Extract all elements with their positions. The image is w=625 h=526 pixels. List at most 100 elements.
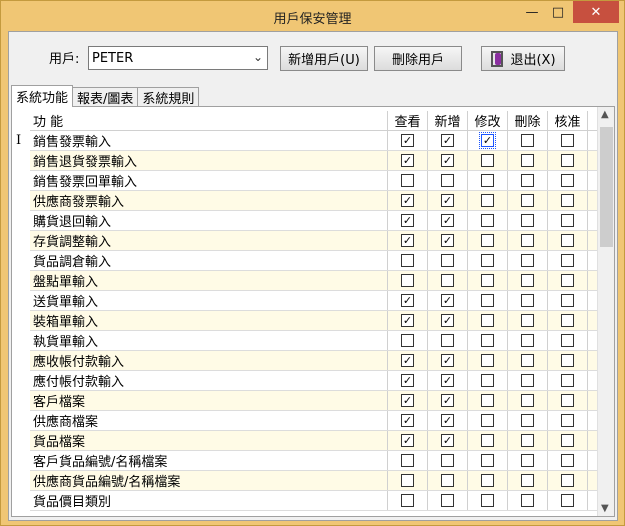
checkbox-view[interactable] [401, 474, 414, 487]
table-row[interactable]: 購貨退回輸入 ✓ ✓ [30, 211, 597, 231]
checkbox-add[interactable] [441, 494, 454, 507]
checkbox-modify[interactable] [481, 454, 494, 467]
close-button[interactable]: ✕ [573, 1, 619, 23]
checkbox-approve[interactable] [561, 394, 574, 407]
checkbox-delete[interactable] [521, 294, 534, 307]
checkbox-add[interactable] [441, 454, 454, 467]
checkbox-approve[interactable] [561, 314, 574, 327]
checkbox-modify[interactable] [481, 334, 494, 347]
checkbox-delete[interactable] [521, 214, 534, 227]
checkbox-add[interactable]: ✓ [441, 234, 454, 247]
checkbox-add[interactable] [441, 334, 454, 347]
checkbox-view[interactable]: ✓ [401, 134, 414, 147]
table-row[interactable]: 供應商貨品編號/名稱檔案 [30, 471, 597, 491]
checkbox-view[interactable]: ✓ [401, 414, 414, 427]
checkbox-modify[interactable] [481, 294, 494, 307]
checkbox-approve[interactable] [561, 434, 574, 447]
checkbox-approve[interactable] [561, 294, 574, 307]
exit-button[interactable]: 退出(X) [481, 46, 565, 71]
checkbox-add[interactable]: ✓ [441, 214, 454, 227]
checkbox-view[interactable]: ✓ [401, 214, 414, 227]
checkbox-view[interactable]: ✓ [401, 154, 414, 167]
table-row[interactable]: 客戶檔案 ✓ ✓ [30, 391, 597, 411]
checkbox-approve[interactable] [561, 274, 574, 287]
checkbox-delete[interactable] [521, 274, 534, 287]
title-bar[interactable]: 用戶保安管理 — □ ✕ [1, 1, 624, 33]
checkbox-modify[interactable] [481, 494, 494, 507]
checkbox-modify[interactable] [481, 174, 494, 187]
table-row[interactable]: 送貨單輸入 ✓ ✓ [30, 291, 597, 311]
checkbox-add[interactable]: ✓ [441, 134, 454, 147]
checkbox-modify[interactable] [481, 234, 494, 247]
checkbox-add[interactable] [441, 174, 454, 187]
checkbox-modify[interactable] [481, 194, 494, 207]
checkbox-add[interactable]: ✓ [441, 354, 454, 367]
checkbox-view[interactable]: ✓ [401, 394, 414, 407]
checkbox-modify[interactable] [481, 474, 494, 487]
checkbox-delete[interactable] [521, 354, 534, 367]
checkbox-approve[interactable] [561, 474, 574, 487]
table-row[interactable]: 貨品檔案 ✓ ✓ [30, 431, 597, 451]
checkbox-delete[interactable] [521, 254, 534, 267]
table-row[interactable]: 銷售發票回單輸入 [30, 171, 597, 191]
table-row[interactable]: 應收帳付款輸入 ✓ ✓ [30, 351, 597, 371]
checkbox-delete[interactable] [521, 454, 534, 467]
checkbox-approve[interactable] [561, 454, 574, 467]
minimize-button[interactable]: — [519, 1, 545, 23]
checkbox-modify[interactable] [481, 314, 494, 327]
table-row[interactable]: 銷售退貨發票輸入 ✓ ✓ [30, 151, 597, 171]
table-row[interactable]: 客戶貨品編號/名稱檔案 [30, 451, 597, 471]
scroll-up-icon[interactable]: ▲ [601, 109, 609, 120]
checkbox-modify[interactable] [481, 154, 494, 167]
checkbox-add[interactable]: ✓ [441, 394, 454, 407]
checkbox-view[interactable]: ✓ [401, 374, 414, 387]
checkbox-modify[interactable] [481, 254, 494, 267]
tab-system-functions[interactable]: 系統功能 [11, 85, 74, 107]
tab-system-rules[interactable]: 系統規則 [137, 87, 200, 107]
checkbox-view[interactable] [401, 334, 414, 347]
checkbox-delete[interactable] [521, 194, 534, 207]
checkbox-modify[interactable] [481, 274, 494, 287]
checkbox-add[interactable]: ✓ [441, 194, 454, 207]
checkbox-view[interactable]: ✓ [401, 314, 414, 327]
table-row[interactable]: 裝箱單輸入 ✓ ✓ [30, 311, 597, 331]
checkbox-approve[interactable] [561, 414, 574, 427]
table-row[interactable]: 銷售發票輸入 ✓ ✓ ✓ [30, 131, 597, 151]
checkbox-modify[interactable] [481, 374, 494, 387]
table-row[interactable]: 盤點單輸入 [30, 271, 597, 291]
checkbox-modify[interactable] [481, 214, 494, 227]
checkbox-add[interactable]: ✓ [441, 414, 454, 427]
checkbox-approve[interactable] [561, 134, 574, 147]
user-select[interactable]: PETER ⌄ [88, 46, 268, 70]
scrollbar-thumb[interactable] [600, 127, 613, 247]
checkbox-add[interactable]: ✓ [441, 294, 454, 307]
maximize-button[interactable]: □ [545, 1, 571, 23]
table-row[interactable]: 應付帳付款輸入 ✓ ✓ [30, 371, 597, 391]
checkbox-view[interactable] [401, 454, 414, 467]
checkbox-delete[interactable] [521, 434, 534, 447]
checkbox-delete[interactable] [521, 334, 534, 347]
table-row[interactable]: 執貨單輸入 [30, 331, 597, 351]
checkbox-delete[interactable] [521, 234, 534, 247]
checkbox-add[interactable]: ✓ [441, 154, 454, 167]
add-user-button[interactable]: 新增用戶(U) [280, 46, 368, 71]
checkbox-view[interactable] [401, 494, 414, 507]
checkbox-view[interactable]: ✓ [401, 434, 414, 447]
table-row[interactable]: 供應商發票輸入 ✓ ✓ [30, 191, 597, 211]
checkbox-approve[interactable] [561, 174, 574, 187]
checkbox-delete[interactable] [521, 374, 534, 387]
checkbox-approve[interactable] [561, 154, 574, 167]
checkbox-view[interactable] [401, 254, 414, 267]
delete-user-button[interactable]: 刪除用戶 [374, 46, 462, 71]
checkbox-approve[interactable] [561, 254, 574, 267]
checkbox-view[interactable]: ✓ [401, 294, 414, 307]
checkbox-view[interactable] [401, 274, 414, 287]
checkbox-modify[interactable] [481, 434, 494, 447]
checkbox-delete[interactable] [521, 474, 534, 487]
checkbox-approve[interactable] [561, 354, 574, 367]
checkbox-view[interactable] [401, 174, 414, 187]
table-row[interactable]: 貨品調倉輸入 [30, 251, 597, 271]
checkbox-add[interactable]: ✓ [441, 314, 454, 327]
checkbox-approve[interactable] [561, 374, 574, 387]
tab-reports-charts[interactable]: 報表/圖表 [72, 87, 139, 107]
